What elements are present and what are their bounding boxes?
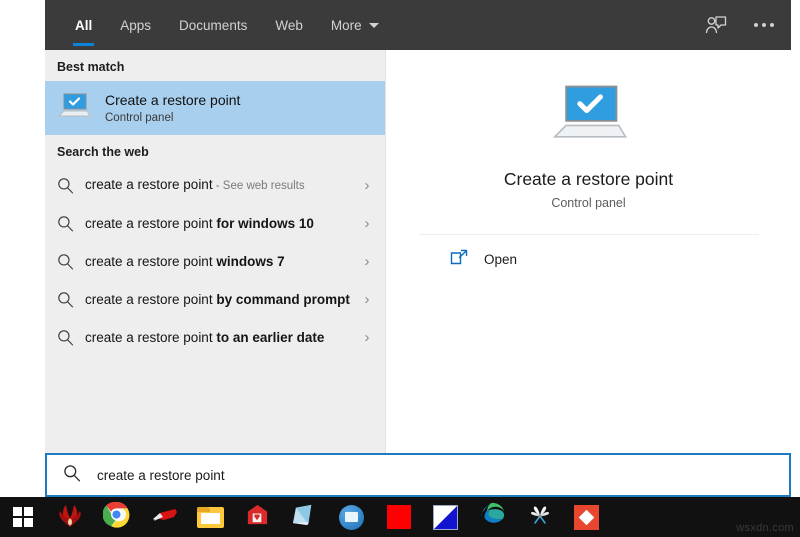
open-action-label: Open xyxy=(484,252,518,267)
search-icon xyxy=(57,253,85,270)
person-feedback-icon[interactable] xyxy=(703,12,729,38)
ellipsis-icon[interactable] xyxy=(751,12,777,38)
best-match-heading: Best match xyxy=(57,60,125,74)
tab-all-label: All xyxy=(75,17,93,33)
taskbar-file-explorer[interactable] xyxy=(187,497,234,537)
chevron-right-icon: › xyxy=(364,214,370,232)
preview-content: Create a restore point Control panel Ope… xyxy=(386,50,791,270)
search-flyout: All Apps Documents Web More Best match C… xyxy=(45,0,791,497)
chevron-right-icon: › xyxy=(364,252,370,270)
search-icon xyxy=(57,215,85,232)
blue-sheet-icon xyxy=(291,502,318,532)
taskbar-red-app[interactable] xyxy=(234,497,281,537)
taskbar-blue-app[interactable] xyxy=(281,497,328,537)
blue-monitor-circle-icon xyxy=(339,504,364,530)
red-barn-icon xyxy=(244,502,271,532)
web-suggestion-item[interactable]: create a restore point - See web results… xyxy=(45,166,385,204)
site-watermark: wsxdn.com xyxy=(736,522,794,534)
search-icon xyxy=(57,329,85,346)
taskbar-blue-circle-app[interactable] xyxy=(328,497,375,537)
best-match-texts: Create a restore point Control panel xyxy=(105,91,240,126)
search-icon xyxy=(57,177,85,194)
chevron-right-icon: › xyxy=(364,176,370,194)
windows-search-screen: All Apps Documents Web More Best match C… xyxy=(0,0,800,537)
taskbar-chrome[interactable] xyxy=(93,497,140,537)
search-results-body: Best match Create a restore point Contro… xyxy=(45,50,791,453)
tab-more-label: More xyxy=(330,17,362,33)
red-usb-drive-icon xyxy=(149,504,179,531)
best-match-result[interactable]: Create a restore point Control panel xyxy=(45,81,385,135)
web-suggestion-item[interactable]: create a restore point by command prompt… xyxy=(45,280,385,318)
search-icon xyxy=(57,291,85,308)
open-external-icon xyxy=(450,249,468,270)
search-input-bar[interactable]: create a restore point xyxy=(45,453,791,497)
red-square-icon xyxy=(386,505,411,529)
web-suggestion-item[interactable]: create a restore point to an earlier dat… xyxy=(45,318,385,356)
search-the-web-heading: Search the web xyxy=(57,145,149,159)
preview-subtitle: Control panel xyxy=(551,196,626,210)
tab-active-underline xyxy=(73,43,95,46)
preview-title: Create a restore point xyxy=(503,169,674,189)
tab-more[interactable]: More xyxy=(317,0,393,50)
chrome-icon xyxy=(102,501,130,533)
start-button[interactable] xyxy=(0,497,46,537)
tab-all[interactable]: All xyxy=(61,0,106,50)
web-suggestion-item[interactable]: create a restore point windows 7 › xyxy=(45,242,385,280)
web-suggestion-label: create a restore point to an earlier dat… xyxy=(85,329,325,345)
web-suggestion-label: create a restore point windows 7 xyxy=(85,253,285,269)
best-match-subtitle: Control panel xyxy=(105,111,174,124)
open-action[interactable]: Open xyxy=(386,235,791,270)
chevron-down-icon xyxy=(368,22,379,28)
folder-icon xyxy=(197,506,224,528)
taskbar-triangle-app[interactable] xyxy=(422,497,469,537)
tab-web[interactable]: Web xyxy=(261,0,317,50)
results-list-pane: Best match Create a restore point Contro… xyxy=(45,50,385,453)
web-suggestion-list: create a restore point - See web results… xyxy=(45,166,385,356)
search-input[interactable]: create a restore point xyxy=(97,468,225,483)
monitor-check-icon xyxy=(550,82,628,151)
monitor-check-icon xyxy=(57,92,91,125)
tab-apps-label: Apps xyxy=(120,17,152,33)
taskbar-huawei[interactable] xyxy=(46,497,93,537)
chevron-right-icon: › xyxy=(364,290,370,308)
search-icon xyxy=(63,464,81,487)
taskbar-diamond-app[interactable] xyxy=(563,497,610,537)
tab-web-label: Web xyxy=(275,17,303,33)
best-match-title: Create a restore point xyxy=(105,91,241,108)
web-suggestion-label: create a restore point - See web results xyxy=(85,176,305,192)
red-diamond-icon xyxy=(574,504,599,530)
web-suggestion-label: create a restore point by command prompt xyxy=(85,291,350,307)
taskbar-usb-tool[interactable] xyxy=(140,497,187,537)
web-suggestion-label: create a restore point for windows 10 xyxy=(85,215,314,231)
edge-icon xyxy=(479,501,506,533)
preview-pane: Create a restore point Control panel Ope… xyxy=(385,50,791,453)
taskbar-red-square-app[interactable] xyxy=(375,497,422,537)
chevron-right-icon: › xyxy=(364,328,370,346)
web-suggestion-item[interactable]: create a restore point for windows 10 › xyxy=(45,204,385,242)
header-actions xyxy=(703,0,777,50)
taskbar-edge[interactable] xyxy=(469,497,516,537)
huawei-flower-icon xyxy=(56,502,84,533)
windows-logo-icon xyxy=(13,507,33,527)
blue-triangle-icon xyxy=(433,504,458,530)
taskbar-snip-tool[interactable] xyxy=(516,497,563,537)
tab-apps[interactable]: Apps xyxy=(106,0,165,50)
search-tab-strip: All Apps Documents Web More xyxy=(45,0,791,50)
taskbar: wsxdn.com xyxy=(0,497,800,537)
pinwheel-icon xyxy=(526,503,554,532)
tab-documents[interactable]: Documents xyxy=(165,0,261,50)
tab-documents-label: Documents xyxy=(179,17,248,33)
